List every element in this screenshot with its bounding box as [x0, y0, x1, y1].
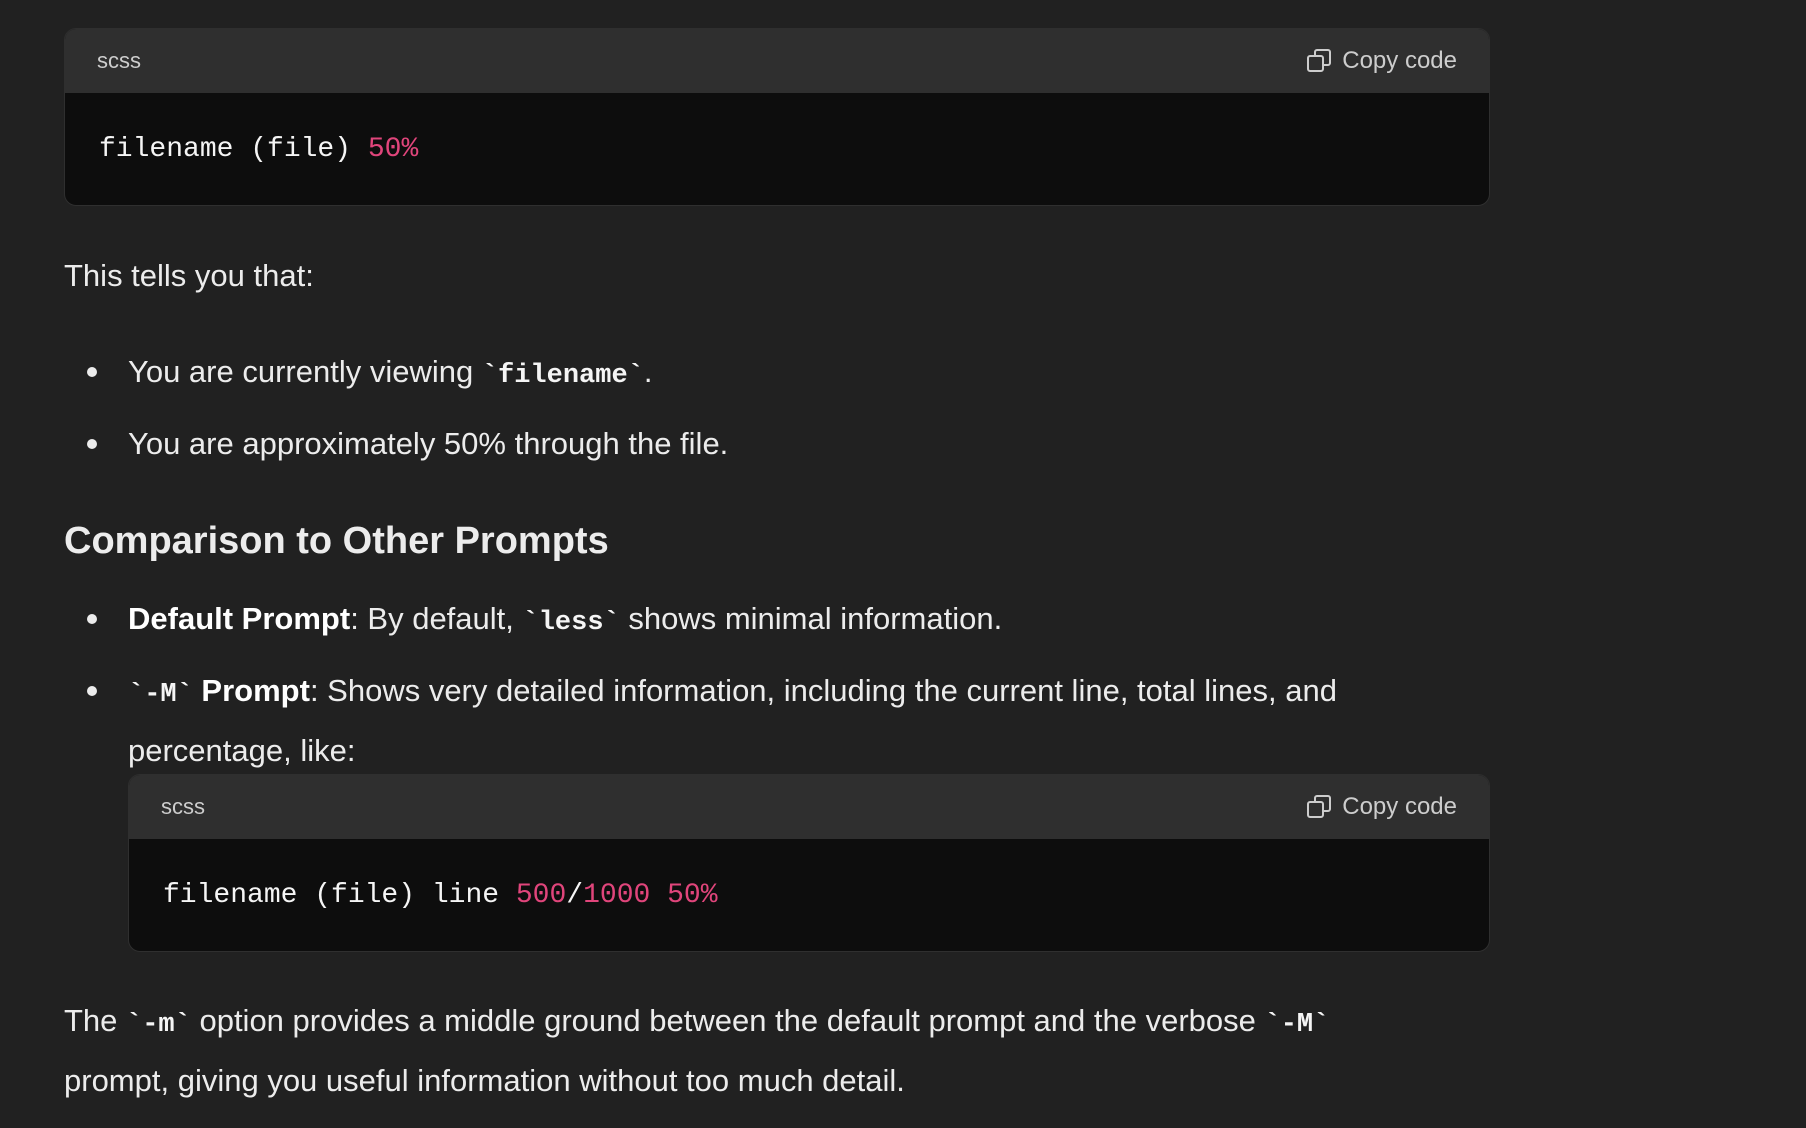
list-item: You are currently viewing `filename`. [128, 344, 652, 404]
code-text: filename (file) line [163, 879, 516, 911]
bullet-icon [87, 439, 97, 449]
copy-code-label: Copy code [1342, 793, 1457, 820]
final-paragraph: The `-m` option provides a middle ground… [64, 993, 1504, 1109]
code-block: scss Copy code filename (file) 50% [64, 28, 1490, 206]
code-language-label: scss [161, 794, 205, 819]
inline-code: `filename` [481, 361, 644, 391]
code-block-header: scss Copy code [129, 775, 1489, 839]
list-item-line: percentage, like: [128, 733, 356, 768]
bullet-icon [87, 367, 97, 377]
code-block: scss Copy code filename (file) line 500/… [128, 774, 1490, 952]
code-block-header: scss Copy code [65, 29, 1489, 93]
list-item-line: `-M` Prompt: Shows very detailed informa… [128, 663, 1508, 723]
chat-message-content: scss Copy code filename (file) 50% This … [0, 0, 1806, 1128]
list-item-text: You are currently viewing [128, 354, 482, 389]
list-item-text: shows minimal information. [619, 601, 1003, 636]
paragraph-text: The [64, 1003, 127, 1038]
code-text: filename (file) [99, 133, 368, 165]
code-number: 50% [367, 133, 419, 165]
list-item-text: : By default, [350, 601, 523, 636]
inline-code: `-m` [126, 1010, 191, 1040]
copy-icon [1306, 794, 1332, 820]
list-item: Default Prompt: By default, `less` shows… [128, 591, 1002, 651]
inline-code: `-M` [128, 680, 193, 710]
list-item-text: . [643, 354, 653, 389]
list-item-bold: Prompt [192, 673, 310, 708]
copy-code-button[interactable]: Copy code [1306, 47, 1457, 75]
list-item-bold: Default Prompt [128, 601, 351, 636]
paragraph-line: The `-m` option provides a middle ground… [64, 993, 1504, 1053]
code-number: 500 [515, 879, 567, 911]
code-content: filename (file) line 500/1000 50% [129, 839, 1489, 951]
list-item-text: : Shows very detailed information, inclu… [309, 673, 1337, 708]
copy-icon [1306, 48, 1332, 74]
bullet-icon [87, 686, 97, 696]
section-heading: Comparison to Other Prompts [64, 520, 609, 562]
code-number: 50% [667, 879, 718, 911]
inline-code: `less` [522, 608, 620, 638]
code-content: filename (file) 50% [65, 93, 1489, 205]
paragraph-line: prompt, giving you useful information wi… [64, 1063, 905, 1098]
intro-paragraph: This tells you that: [64, 258, 314, 293]
bullet-icon [87, 614, 97, 624]
code-text: / [566, 879, 584, 911]
paragraph-text: option provides a middle ground between … [190, 1003, 1265, 1038]
list-item: You are approximately 50% through the fi… [128, 426, 729, 461]
code-number: 1000 [583, 879, 651, 911]
copy-code-label: Copy code [1342, 47, 1457, 74]
list-item: `-M` Prompt: Shows very detailed informa… [128, 663, 1508, 779]
inline-code: `-M` [1264, 1010, 1330, 1040]
copy-code-button[interactable]: Copy code [1306, 793, 1457, 821]
code-language-label: scss [97, 48, 141, 73]
